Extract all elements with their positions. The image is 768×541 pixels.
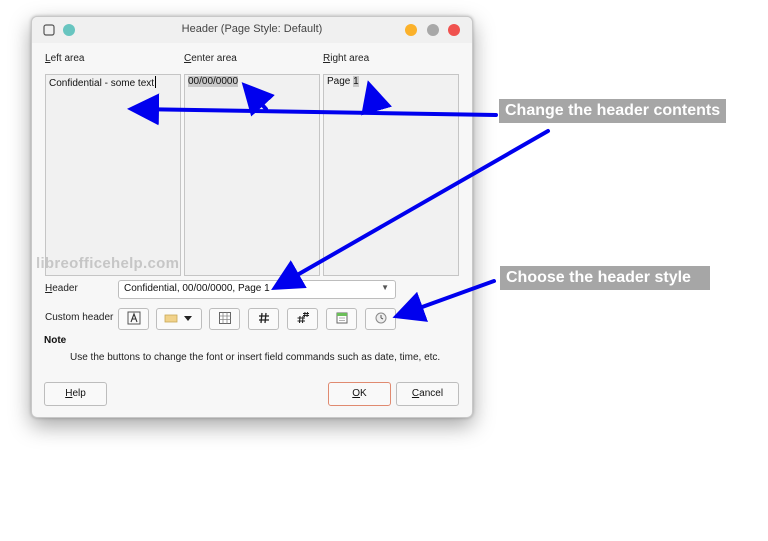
arrow-to-header-select: [271, 129, 550, 290]
arrow-to-center-area: [241, 82, 275, 117]
arrow-to-left-area: [127, 93, 498, 126]
arrow-to-right-area: [361, 80, 392, 116]
arrow-to-toolbar: [392, 279, 496, 322]
annotation-arrows: [127, 80, 550, 322]
